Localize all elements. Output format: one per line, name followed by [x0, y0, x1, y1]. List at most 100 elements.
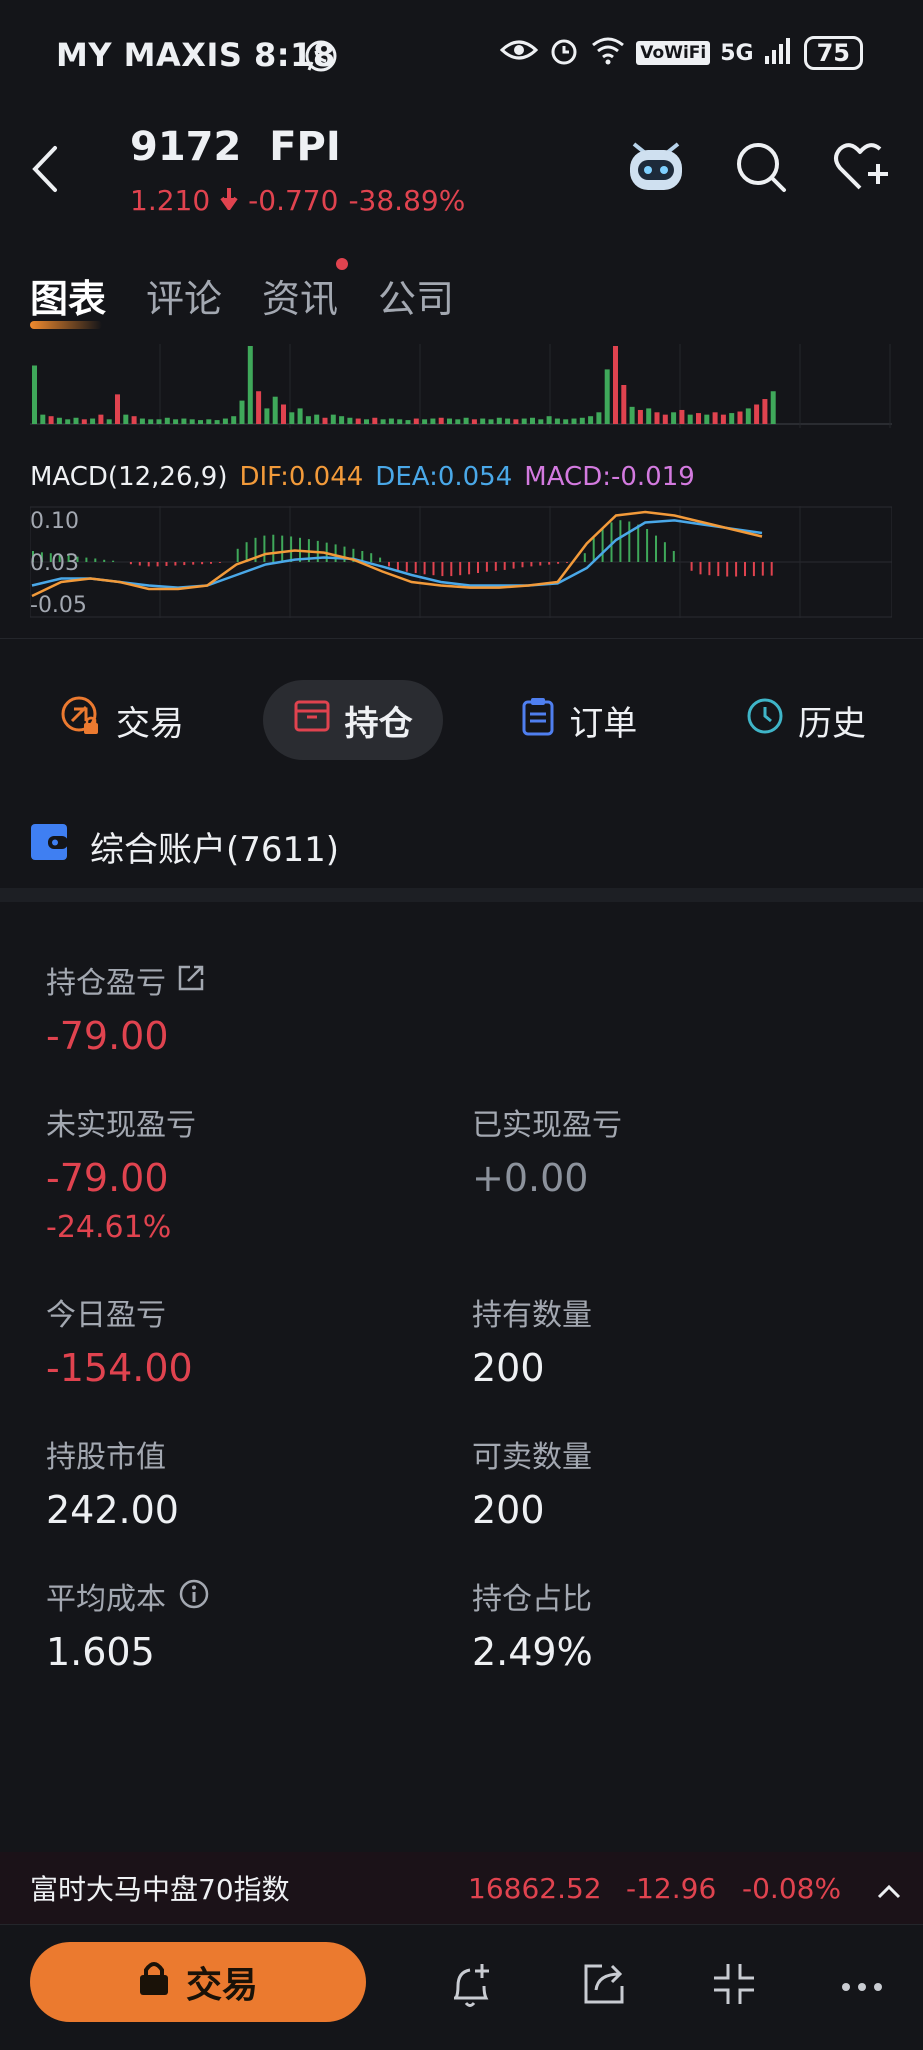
action-position-label: 持仓 — [344, 703, 413, 744]
trade-button-label: 交易 — [185, 1965, 258, 2006]
add-watchlist-heart-icon[interactable] — [832, 140, 892, 198]
macd-histogram-bar — [672, 551, 675, 562]
info-icon[interactable] — [178, 1578, 210, 1614]
metric-position-pl: 持仓盈亏 -79.00 — [46, 958, 206, 1058]
index-change: -12.96 — [626, 1871, 717, 1905]
volume-bar — [679, 409, 685, 424]
macd-histogram-bar — [646, 529, 649, 562]
macd-histogram-bar — [192, 562, 195, 565]
tab-company[interactable]: 公司 — [378, 268, 454, 323]
volume-bar — [729, 413, 735, 424]
volume-bar — [90, 418, 96, 424]
volume-bar — [613, 346, 618, 424]
metric-avg-cost: 平均成本 1.605 — [46, 1574, 210, 1674]
volume-chart[interactable] — [30, 344, 892, 428]
account-selector[interactable]: 综合账户(7611) — [30, 822, 339, 871]
action-trade-label: 交易 — [116, 703, 184, 744]
back-arrow-icon[interactable] — [30, 144, 60, 198]
macd-histogram-bar — [477, 562, 479, 573]
volume-bar — [563, 419, 569, 424]
volume-bar — [156, 419, 162, 424]
macd-histogram-bar — [218, 562, 221, 563]
macd-histogram-bar — [726, 562, 729, 577]
index-ticker-bar[interactable]: 富时大马中盘70指数 16862.52 -12.96 -0.08% — [0, 1852, 923, 1924]
macd-histogram-bar — [566, 562, 568, 563]
volume-bar — [687, 414, 693, 424]
wallet-icon — [30, 823, 68, 870]
index-change-pct: -0.08% — [742, 1871, 842, 1905]
share-icon[interactable] — [176, 963, 206, 997]
collapse-fullscreen-icon[interactable] — [710, 1960, 758, 2012]
more-options-icon[interactable] — [840, 1978, 884, 1997]
tab-comments[interactable]: 评论 — [146, 268, 222, 323]
chevron-up-icon[interactable] — [876, 1874, 902, 1907]
share-export-icon[interactable] — [580, 1960, 628, 2012]
volume-bar — [314, 414, 320, 424]
metric-unrealized-pl: 未实现盈亏 -79.00 -24.61% — [46, 1100, 196, 1245]
macd-histogram-bar — [459, 562, 462, 576]
action-orders[interactable]: 订单 — [491, 680, 667, 760]
macd-chart[interactable]: 0.10 0.03 -0.05 — [30, 506, 892, 618]
macd-histogram-bar — [690, 562, 693, 571]
trade-button[interactable]: 交易 — [30, 1942, 366, 2022]
account-label: 综合账户(7611) — [90, 830, 340, 870]
macd-histogram-bar — [539, 562, 542, 566]
macd-histogram-bar — [752, 562, 755, 577]
network-label: 5G — [720, 40, 754, 66]
metric-sellable-label: 可卖数量 — [472, 1440, 592, 1475]
macd-histogram-bar — [405, 562, 408, 572]
volume-bar — [513, 419, 519, 424]
volume-bar — [181, 418, 187, 424]
metric-realized-pl-label: 已实现盈亏 — [472, 1108, 622, 1143]
volume-bar — [554, 418, 560, 424]
action-history[interactable]: 历史 — [716, 680, 896, 760]
volume-bar — [48, 416, 54, 424]
macd-histogram-bar — [717, 562, 720, 577]
volume-bar — [73, 417, 79, 424]
macd-histogram-bar — [272, 534, 275, 562]
macd-histogram-bar — [388, 562, 390, 567]
volume-bar — [662, 414, 668, 424]
price-alert-bell-icon[interactable] — [446, 1960, 496, 2014]
robot-assistant-icon[interactable] — [624, 136, 688, 200]
volume-bar — [546, 416, 552, 424]
macd-histogram-bar — [521, 562, 524, 568]
tab-news[interactable]: 资讯 — [262, 258, 349, 323]
macd-histogram-bar — [592, 537, 595, 562]
volume-bar — [480, 418, 486, 424]
volume-bar — [737, 411, 743, 424]
macd-histogram-bar — [147, 562, 150, 567]
metric-market-value-value: 242.00 — [46, 1488, 179, 1532]
volume-bar — [745, 408, 751, 424]
volume-bar — [239, 400, 245, 424]
volume-bar — [463, 417, 469, 424]
metric-today-pl-label: 今日盈亏 — [46, 1298, 166, 1333]
metric-avg-cost-label: 平均成本 — [46, 1582, 166, 1617]
section-divider — [0, 888, 923, 902]
volume-bar — [720, 414, 726, 424]
status-carrier-time: MY MAXIS 8:18 — [56, 36, 336, 74]
down-arrow-icon — [220, 184, 238, 217]
volume-bar — [347, 417, 353, 424]
volume-bar — [364, 419, 369, 424]
macd-histogram-bar — [183, 562, 186, 566]
action-position[interactable]: 持仓 — [262, 680, 443, 760]
volume-bar — [397, 419, 403, 424]
macd-histogram-bar — [138, 562, 141, 566]
macd-histogram-bar — [263, 535, 266, 562]
macd-histogram-bar — [245, 542, 248, 562]
action-history-label: 历史 — [797, 703, 866, 744]
tab-chart[interactable]: 图表 — [30, 268, 106, 329]
volume-bar — [455, 419, 461, 424]
search-icon[interactable] — [734, 140, 788, 198]
clock-icon — [746, 697, 784, 744]
volume-bar — [521, 418, 527, 424]
volume-bar — [430, 418, 436, 424]
volume-bar — [106, 419, 112, 424]
volume-bar — [671, 412, 677, 424]
macd-histogram-bar — [699, 562, 702, 575]
volume-bar — [588, 416, 594, 424]
volume-bar — [131, 416, 137, 424]
action-trade[interactable]: 交易 — [30, 680, 214, 760]
volume-bar — [289, 412, 295, 424]
